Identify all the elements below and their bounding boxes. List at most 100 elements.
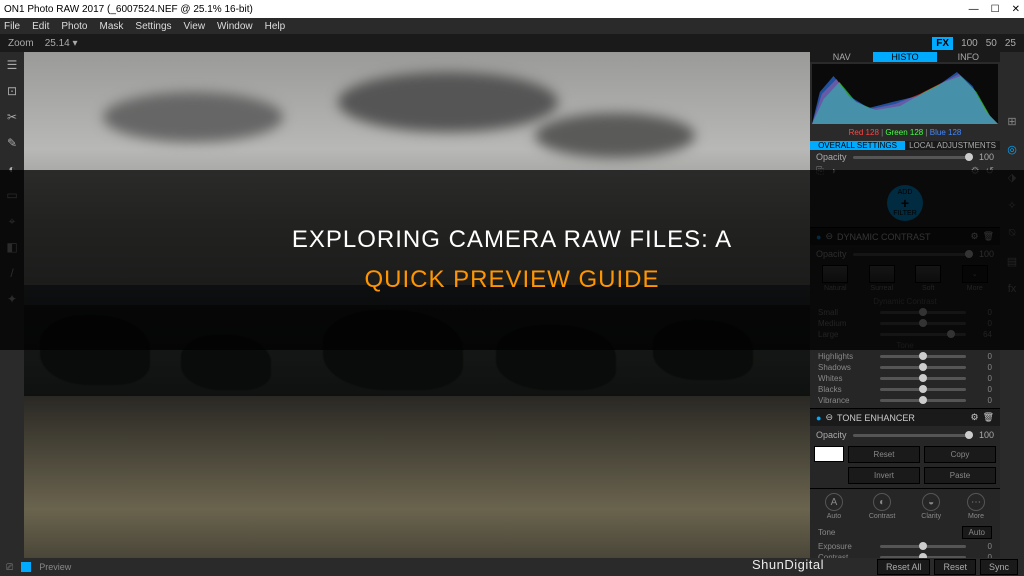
te-expand-icon[interactable]: ⊖ (825, 412, 833, 423)
dc2-slider-4[interactable] (880, 399, 966, 402)
menu-edit[interactable]: Edit (32, 21, 49, 32)
close-icon[interactable]: ✕ (1012, 4, 1020, 15)
red-value: Red 128 (849, 128, 879, 137)
module-browse-icon[interactable]: ⊞ (1003, 112, 1021, 130)
tab-histo[interactable]: HISTO (873, 52, 936, 62)
zoom-bar: Zoom 25.14 ▾ FX 100 50 25 (0, 34, 1024, 52)
mask-view-icon[interactable]: ◑ (830, 166, 836, 177)
overall-opacity-label: Opacity (816, 152, 847, 162)
menu-bar: File Edit Photo Mask Settings View Windo… (0, 18, 1024, 34)
tool-crop-icon[interactable]: ⊡ (3, 82, 21, 100)
module-layers-icon[interactable]: ⬗ (1003, 168, 1021, 186)
dc1-label-1: Medium (818, 319, 874, 328)
reset-all-button[interactable]: Reset All (877, 559, 931, 575)
tool-rect-icon[interactable]: ▭ (3, 186, 21, 204)
settings-gear-icon[interactable]: ⚙ (971, 166, 980, 177)
dc2-slider-3[interactable] (880, 388, 966, 391)
zoom-50[interactable]: 50 (986, 38, 997, 49)
fx-badge[interactable]: FX (932, 37, 953, 50)
tool-mask-icon[interactable]: ◐ (3, 160, 21, 178)
menu-view[interactable]: View (184, 21, 206, 32)
tone-auto-button[interactable]: Auto (962, 526, 992, 539)
tool-trim-icon[interactable]: ✂ (3, 108, 21, 126)
filter-gear-icon[interactable]: ⚙ (970, 231, 978, 242)
preset-soft[interactable]: Soft (915, 265, 941, 292)
preset-surreal[interactable]: Surreal (869, 265, 895, 292)
quick-clarity[interactable]: ◒Clarity (921, 493, 941, 520)
tone-enhancer-header[interactable]: ● ⊖ TONE ENHANCER ⚙ 🗑 (810, 408, 1000, 426)
tool-target-icon[interactable]: ⌖ (3, 212, 21, 230)
tool-gradient-icon[interactable]: ◧ (3, 238, 21, 256)
menu-settings[interactable]: Settings (135, 21, 171, 32)
module-develop-icon[interactable]: ◎ (1003, 140, 1021, 158)
te-toggle-icon[interactable]: ● (816, 413, 821, 423)
menu-photo[interactable]: Photo (61, 21, 87, 32)
quick-auto[interactable]: AAuto (825, 493, 843, 520)
dc-opacity-label: Opacity (816, 249, 847, 259)
module-resize-icon[interactable]: ▤ (1003, 252, 1021, 270)
maximize-icon[interactable]: ☐ (991, 4, 1000, 15)
dc-opacity-slider[interactable] (853, 253, 973, 256)
dc1-slider-2[interactable] (880, 333, 966, 336)
preset-natural[interactable]: Natural (822, 265, 848, 292)
overall-opacity-slider[interactable] (853, 156, 973, 159)
tab-nav[interactable]: NAV (810, 52, 873, 62)
te-opacity-label: Opacity (816, 430, 847, 440)
tone-slider-1[interactable] (880, 556, 966, 558)
dc2-slider-1[interactable] (880, 366, 966, 369)
te-gear-icon[interactable]: ⚙ (970, 412, 978, 423)
toggle-on-icon[interactable]: ● (816, 232, 821, 242)
zoom-label: Zoom (8, 38, 34, 49)
image-canvas[interactable] (24, 52, 810, 558)
quick-more[interactable]: ⋯More (967, 493, 985, 520)
zoom-100[interactable]: 100 (961, 38, 978, 49)
sync-button[interactable]: Sync (980, 559, 1018, 575)
softproof-icon[interactable]: ⎚ (6, 562, 13, 573)
zoom-value[interactable]: 25.14 (45, 38, 70, 49)
menu-file[interactable]: File (4, 21, 20, 32)
menu-help[interactable]: Help (265, 21, 286, 32)
paste-button[interactable]: Paste (924, 467, 996, 484)
reset-button[interactable]: Reset (848, 446, 920, 463)
expand-icon[interactable]: ⊖ (825, 231, 833, 242)
tone-slider-0[interactable] (880, 545, 966, 548)
dynamic-contrast-header[interactable]: ● ⊖ DYNAMIC CONTRAST ⚙ 🗑 (810, 227, 1000, 245)
module-fx-icon[interactable]: fx (1003, 280, 1021, 298)
reset-icon[interactable]: ↺ (986, 166, 994, 177)
invert-button[interactable]: Invert (848, 467, 920, 484)
module-effects-icon[interactable]: ✧ (1003, 196, 1021, 214)
tone-group-label: Tone (810, 340, 1000, 351)
preset-more[interactable]: ⌄More (962, 265, 988, 292)
dc2-slider-2[interactable] (880, 377, 966, 380)
dynamic-contrast-title: DYNAMIC CONTRAST (837, 232, 931, 242)
tool-browse-icon[interactable]: ☰ (3, 56, 21, 74)
te-opacity-slider[interactable] (853, 434, 973, 437)
dc2-slider-0[interactable] (880, 355, 966, 358)
tool-line-icon[interactable]: / (3, 264, 21, 282)
color-swatch[interactable] (814, 446, 844, 462)
te-delete-icon[interactable]: 🗑 (983, 412, 994, 423)
menu-window[interactable]: Window (217, 21, 253, 32)
preview-checkbox[interactable] (21, 562, 31, 572)
reset-bottom-button[interactable]: Reset (934, 559, 976, 575)
plus-icon: + (901, 196, 909, 210)
quick-contrast[interactable]: ◐Contrast (869, 493, 895, 520)
tab-info[interactable]: INFO (937, 52, 1000, 62)
preview-label: Preview (39, 562, 71, 572)
minimize-icon[interactable]: — (969, 4, 979, 15)
add-filter-button[interactable]: ADD + FILTER (887, 185, 923, 221)
zoom-25[interactable]: 25 (1005, 38, 1016, 49)
tab-local-adjustments[interactable]: LOCAL ADJUSTMENTS (905, 141, 1000, 150)
filter-delete-icon[interactable]: 🗑 (983, 231, 994, 242)
copy-button[interactable]: Copy (924, 446, 996, 463)
dc1-slider-0[interactable] (880, 311, 966, 314)
module-portrait-icon[interactable]: ⍉ (1003, 224, 1021, 242)
tab-overall-settings[interactable]: OVERALL SETTINGS (810, 141, 905, 150)
dc2-value-2: 0 (972, 374, 992, 383)
menu-mask[interactable]: Mask (100, 21, 124, 32)
tool-effects-icon[interactable]: ✦ (3, 290, 21, 308)
zoom-dropdown-icon[interactable]: ▾ (73, 38, 78, 49)
dc1-slider-1[interactable] (880, 322, 966, 325)
tool-brush-icon[interactable]: ✎ (3, 134, 21, 152)
save-preset-icon[interactable]: ⎘ (816, 166, 824, 177)
